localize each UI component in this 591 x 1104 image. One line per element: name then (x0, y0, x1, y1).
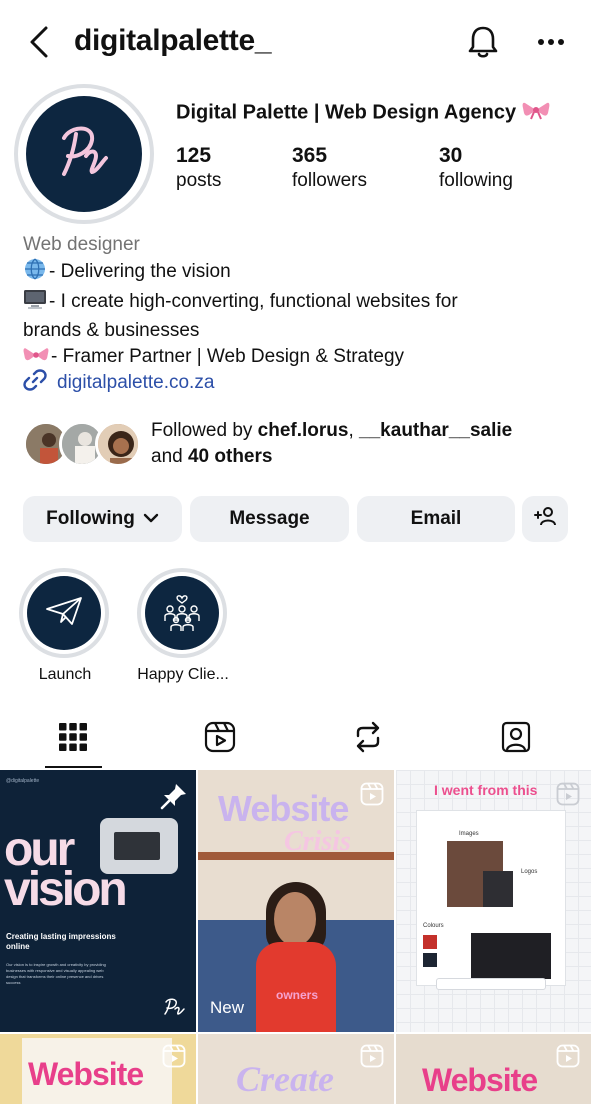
following-count[interactable]: 30 following (439, 144, 513, 192)
more-options-icon[interactable] (536, 30, 566, 54)
pin-icon (160, 782, 188, 815)
group-people-icon (158, 589, 206, 638)
tab-posts-grid[interactable] (52, 718, 94, 760)
moodboard-photo (483, 871, 513, 907)
posts-count: 125 posts (176, 144, 221, 192)
mutual-followers[interactable]: Followed by chef.lorus, __kauthar__salie… (23, 418, 583, 474)
reel-icon (360, 1044, 384, 1073)
computer-icon (23, 288, 47, 318)
mutual-followers-text: Followed by chef.lorus, __kauthar__salie… (151, 420, 513, 467)
post-new-badge: New (210, 998, 245, 1017)
posts-grid: @digitalpalette our vision Creating lasti… (0, 770, 591, 1104)
profile-category: Web designer (23, 234, 140, 255)
profile-tabs (0, 706, 591, 770)
email-button[interactable]: Email (357, 496, 515, 542)
highlight-ring (137, 568, 227, 658)
post-person-top (256, 942, 336, 1032)
post-tile-our-vision[interactable]: @digitalpalette our vision Creating lasti… (0, 770, 196, 1032)
reel-icon (162, 1044, 186, 1073)
tab-tagged[interactable] (495, 718, 537, 760)
post-title: I went from this (434, 782, 538, 798)
post-moodboard: Colours Logos Images (416, 810, 566, 986)
bow-emoji-icon (522, 100, 550, 126)
notification-bell-icon[interactable] (466, 24, 500, 60)
top-bar: digitalpalette_ (0, 0, 591, 84)
post-tile-i-went-from-this[interactable]: I went from this Colours Logos Images (396, 770, 591, 1032)
chevron-down-icon (143, 508, 159, 530)
suggested-users-button[interactable] (522, 496, 568, 542)
post-body-text: Our vision is to inspire growth and crea… (6, 962, 106, 985)
following-count-value: 30 (439, 144, 463, 167)
post-tile-create[interactable]: Create (198, 1034, 394, 1104)
highlight-cover (27, 576, 101, 650)
message-button[interactable]: Message (190, 496, 349, 542)
moodboard-swatch (423, 953, 437, 967)
mutual-user-link-2[interactable]: __kauthar__salie (359, 420, 512, 441)
highlight-label: Launch (38, 666, 92, 683)
tab-reels[interactable] (199, 718, 241, 760)
add-person-icon (533, 506, 557, 532)
posts-count-value: 125 (176, 144, 212, 167)
tab-reposts[interactable] (347, 718, 389, 760)
moodboard-label: Images (459, 831, 479, 837)
grid-icon (59, 722, 87, 756)
post-title: Create (236, 1059, 334, 1099)
bio-line-brands: brands & businesses (23, 320, 200, 341)
tagged-person-icon (500, 721, 532, 758)
post-subtitle: Creating lasting impressions online (6, 932, 116, 951)
followers-count-label: followers (292, 170, 367, 191)
repost-icon (353, 721, 383, 758)
moodboard-label: Logos (521, 869, 538, 875)
post-big-heading: our vision (4, 823, 128, 916)
moodboard-website-preview (471, 933, 551, 979)
paper-plane-icon (44, 595, 84, 632)
followers-count[interactable]: 365 followers (292, 144, 367, 192)
profile-username: digitalpalette_ (74, 24, 272, 57)
reels-icon (204, 721, 236, 758)
post-subtitle: Crisis (284, 826, 351, 857)
back-icon[interactable] (26, 24, 54, 60)
link-icon (23, 368, 47, 398)
mutual-user-link-1[interactable]: chef.lorus (258, 420, 349, 441)
post-tile-website-3[interactable]: Website (396, 1034, 591, 1104)
reel-icon (360, 782, 384, 811)
highlight-cover (145, 576, 219, 650)
profile-bio: Web designer - Delivering the vision - I… (23, 232, 573, 373)
profile-avatar-ring[interactable] (14, 84, 154, 224)
following-count-label: following (439, 170, 513, 191)
moodboard-swatch (423, 935, 437, 949)
post-title: Website (218, 788, 349, 829)
post-caption-overlay: owners (276, 988, 319, 1002)
highlight-happy-clients[interactable]: Happy Clie... (137, 568, 229, 684)
profile-website-link[interactable]: digitalpalette.co.za (23, 368, 214, 398)
post-title: Website (28, 1056, 144, 1092)
profile-avatar-logo (26, 96, 142, 212)
posts-count-label: posts (176, 170, 222, 191)
post-logo-mark (162, 996, 186, 1023)
highlight-ring (19, 568, 109, 658)
globe-icon (23, 258, 47, 288)
followers-count-value: 365 (292, 144, 328, 167)
following-button[interactable]: Following (23, 496, 182, 542)
mutual-avatar-3 (95, 421, 141, 467)
reel-icon (556, 782, 580, 811)
reel-icon (556, 1044, 580, 1073)
bio-line-vision: - Delivering the vision (23, 258, 573, 288)
post-person-face (274, 892, 316, 946)
highlight-launch[interactable]: Launch (19, 568, 111, 684)
post-tile-website-2[interactable]: Website (0, 1034, 196, 1104)
post-title: Website (422, 1062, 538, 1098)
bio-line-websites: - I create high-converting, functional w… (23, 288, 573, 318)
profile-display-name: Digital Palette | Web Design Agency (176, 100, 550, 126)
highlight-label: Happy Clie... (137, 666, 229, 683)
post-handle: @digitalpalette (6, 778, 40, 784)
post-tile-website-crisis[interactable]: Website Crisis owners New (198, 770, 394, 1032)
active-tab-indicator (45, 766, 102, 768)
post-toolbar (436, 978, 546, 990)
moodboard-label: Colours (423, 923, 444, 929)
